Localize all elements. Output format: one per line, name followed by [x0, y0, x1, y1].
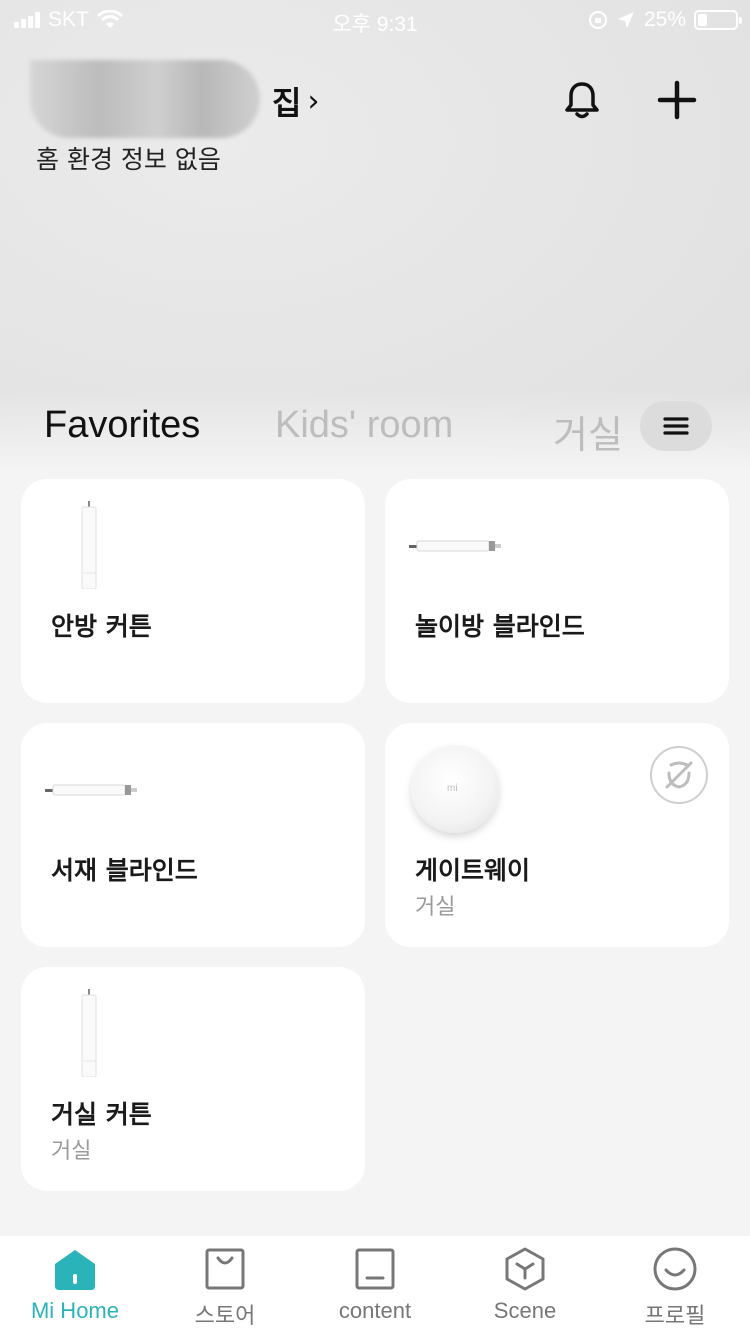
bell-icon[interactable]	[560, 78, 604, 122]
room-menu-button[interactable]	[640, 401, 712, 451]
home-icon	[55, 1250, 95, 1290]
blind-motor-icon	[409, 540, 501, 552]
home-selector[interactable]: 집 ›	[272, 78, 319, 124]
blind-motor-icon	[45, 784, 137, 796]
nav-profile[interactable]: 프로필	[600, 1246, 750, 1330]
gateway-logo: mi	[447, 783, 458, 794]
device-name: 안방 커튼	[51, 612, 152, 641]
tab-favorites[interactable]: Favorites	[44, 404, 200, 447]
device-name: 놀이방 블라인드	[415, 612, 585, 641]
store-bag-icon	[205, 1248, 245, 1290]
nav-label: content	[338, 1298, 412, 1323]
device-name: 서재 블라인드	[51, 856, 198, 885]
device-card[interactable]: 놀이방 블라인드	[385, 479, 729, 703]
battery-icon	[694, 10, 742, 30]
profile-smile-icon	[653, 1247, 697, 1291]
menu-icon	[663, 417, 689, 435]
add-device-icon[interactable]	[655, 78, 699, 122]
curtain-motor-icon	[81, 989, 97, 1077]
device-room: 거실	[51, 1139, 92, 1164]
device-card[interactable]: mi 게이트웨이 거실	[385, 723, 729, 947]
home-name: 집	[272, 84, 302, 122]
nav-label: Mi Home	[30, 1298, 119, 1323]
nav-scene[interactable]: Scene	[450, 1246, 600, 1324]
nav-label: 프로필	[644, 1303, 706, 1328]
nav-label: 스토어	[194, 1303, 256, 1328]
battery-percent: 25%	[643, 8, 686, 31]
gateway-icon: mi	[411, 745, 499, 833]
tab-living-room[interactable]: 거실	[553, 404, 623, 459]
device-name: 게이트웨이	[415, 856, 531, 885]
nav-content[interactable]: content	[300, 1246, 450, 1324]
device-card[interactable]: 서재 블라인드	[21, 723, 365, 947]
status-bar: SKT 오후 9:31 25%	[0, 0, 750, 40]
chevron-right-icon: ›	[307, 83, 320, 119]
scene-cube-icon	[505, 1247, 545, 1291]
offline-icon[interactable]	[649, 745, 709, 805]
location-arrow-icon	[617, 12, 634, 28]
device-card[interactable]: 안방 커튼	[21, 479, 365, 703]
nav-mi-home[interactable]: Mi Home	[0, 1246, 150, 1324]
device-name: 거실 커튼	[51, 1100, 152, 1129]
avatar[interactable]	[30, 60, 260, 138]
tab-kids-room[interactable]: Kids' room	[275, 404, 453, 447]
device-room: 거실	[415, 895, 456, 920]
device-card[interactable]: 거실 커튼 거실	[21, 967, 365, 1191]
content-icon	[355, 1248, 395, 1290]
curtain-motor-icon	[81, 501, 97, 589]
home-environment-info: 홈 환경 정보 없음	[36, 145, 221, 174]
battery-fill	[698, 14, 707, 26]
rotation-lock-icon	[588, 11, 607, 29]
bottom-navigation: Mi Home 스토어 content Scene 프로필	[0, 1236, 750, 1334]
nav-label: Scene	[493, 1298, 557, 1323]
nav-store[interactable]: 스토어	[150, 1246, 300, 1330]
